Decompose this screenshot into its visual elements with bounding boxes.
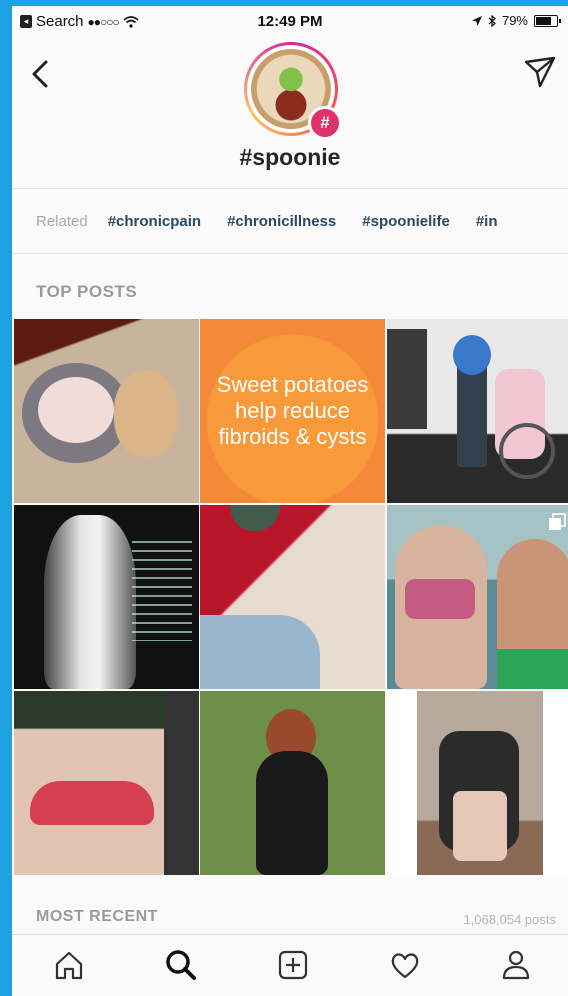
multiple-photos-icon — [549, 513, 566, 530]
search-icon[interactable] — [161, 945, 201, 985]
most-recent-label: MOST RECENT — [36, 908, 158, 925]
post-thumbnail[interactable] — [387, 319, 568, 503]
bluetooth-icon — [488, 14, 496, 27]
post-quote-text: Sweet potatoes help reduce fibroids & cy… — [216, 372, 369, 449]
related-tag-spoonielife[interactable]: #spoonielife — [362, 213, 450, 230]
battery-percent: 79% — [501, 13, 528, 28]
related-tag-chronicpain[interactable]: #chronicpain — [108, 213, 201, 230]
app-screen: ◂ Search ●●○○○ 12:49 PM 79% # #spoonie R… — [12, 6, 568, 996]
heart-icon[interactable] — [385, 945, 425, 985]
post-thumbnail[interactable] — [200, 505, 385, 689]
location-arrow-icon — [471, 15, 482, 26]
bottom-tab-bar — [12, 934, 568, 996]
profile-icon[interactable] — [496, 945, 536, 985]
post-thumbnail[interactable] — [200, 691, 385, 875]
post-thumbnail[interactable] — [387, 691, 568, 875]
hashtag-badge-icon: # — [308, 106, 342, 140]
post-thumbnail[interactable] — [387, 505, 568, 689]
related-tag-chronicillness[interactable]: #chronicillness — [227, 213, 336, 230]
add-icon[interactable] — [273, 945, 313, 985]
back-chevron-icon[interactable] — [26, 54, 56, 94]
hashtag-title: #spoonie — [239, 144, 341, 170]
status-right: 79% — [471, 13, 561, 28]
post-thumbnail[interactable] — [14, 691, 199, 875]
post-thumbnail[interactable]: Sweet potatoes help reduce fibroids & cy… — [200, 319, 385, 503]
post-thumbnail[interactable] — [14, 319, 199, 503]
hashtag-header: # #spoonie — [12, 40, 568, 189]
post-count: 1,068,054 posts — [463, 912, 556, 927]
send-icon[interactable] — [522, 54, 558, 90]
related-tag-partial[interactable]: #in — [476, 213, 498, 230]
top-posts-label: TOP POSTS — [36, 282, 138, 301]
post-thumbnail[interactable] — [14, 505, 199, 689]
home-icon[interactable] — [49, 945, 89, 985]
related-hashtags-bar[interactable]: Related #chronicpain #chronicillness #sp… — [12, 189, 568, 254]
battery-icon — [534, 14, 561, 27]
related-label: Related — [36, 212, 88, 230]
status-bar: ◂ Search ●●○○○ 12:49 PM 79% — [12, 6, 568, 40]
